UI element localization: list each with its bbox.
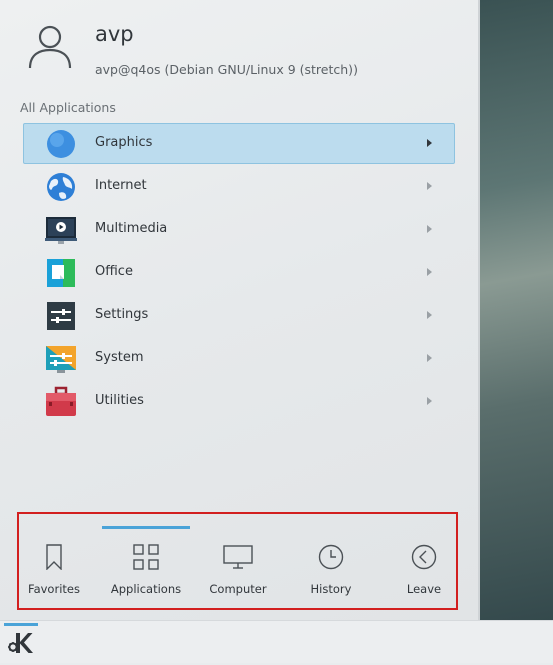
user-name: avp — [95, 22, 134, 46]
tab-label: Computer — [209, 582, 267, 596]
launcher-tab-bar: Favorites Applications Computer History … — [17, 512, 458, 610]
app-category-label: Internet — [95, 178, 147, 193]
chevron-right-icon — [427, 311, 432, 319]
app-category-internet[interactable]: Internet — [23, 166, 455, 207]
multimedia-icon — [45, 217, 77, 244]
user-avatar-icon — [28, 25, 72, 69]
app-category-label: Multimedia — [95, 221, 168, 236]
chevron-right-icon — [427, 268, 432, 276]
app-category-graphics[interactable]: Graphics — [23, 123, 455, 164]
tab-label: Applications — [110, 582, 182, 596]
system-icon — [46, 346, 76, 373]
chevron-right-icon — [427, 182, 432, 190]
tab-leave[interactable]: Leave — [380, 526, 468, 598]
taskbar — [0, 620, 553, 663]
chevron-right-icon — [427, 225, 432, 233]
app-category-utilities[interactable]: Utilities — [23, 381, 455, 422]
app-category-label: Office — [95, 264, 133, 279]
app-category-office[interactable]: Office — [23, 252, 455, 293]
section-label: All Applications — [20, 100, 116, 115]
tab-label: Favorites — [28, 582, 80, 596]
tab-label: Leave — [406, 582, 442, 596]
tab-computer[interactable]: Computer — [194, 526, 282, 598]
app-category-label: Utilities — [95, 393, 144, 408]
bookmark-icon — [46, 544, 62, 570]
chevron-right-icon — [427, 139, 432, 147]
app-category-list: Graphics Internet Multimedia Office Sett… — [23, 123, 455, 424]
internet-icon — [47, 173, 75, 201]
tab-label: History — [310, 582, 352, 596]
app-category-label: Graphics — [95, 135, 153, 150]
app-category-label: System — [95, 350, 144, 365]
graphics-icon — [47, 130, 75, 158]
chevron-right-icon — [427, 397, 432, 405]
monitor-icon — [223, 545, 253, 569]
settings-icon — [47, 302, 75, 330]
user-host: avp@q4os (Debian GNU/Linux 9 (stretch)) — [95, 62, 358, 77]
app-category-settings[interactable]: Settings — [23, 295, 455, 336]
kde-logo-icon — [8, 633, 33, 653]
tab-applications[interactable]: Applications — [102, 526, 190, 598]
utilities-icon — [46, 386, 76, 416]
desktop-wallpaper — [480, 0, 553, 620]
app-category-system[interactable]: System — [23, 338, 455, 379]
tab-history[interactable]: History — [287, 526, 375, 598]
grid-icon — [133, 544, 159, 570]
back-arrow-icon — [411, 544, 437, 570]
tab-favorites[interactable]: Favorites — [10, 526, 98, 598]
chevron-right-icon — [427, 354, 432, 362]
office-icon — [47, 259, 75, 287]
app-category-label: Settings — [95, 307, 149, 322]
application-launcher-button[interactable] — [4, 623, 38, 661]
clock-icon — [318, 544, 344, 570]
app-category-multimedia[interactable]: Multimedia — [23, 209, 455, 250]
application-launcher-menu: avp avp@q4os (Debian GNU/Linux 9 (stretc… — [0, 0, 480, 620]
